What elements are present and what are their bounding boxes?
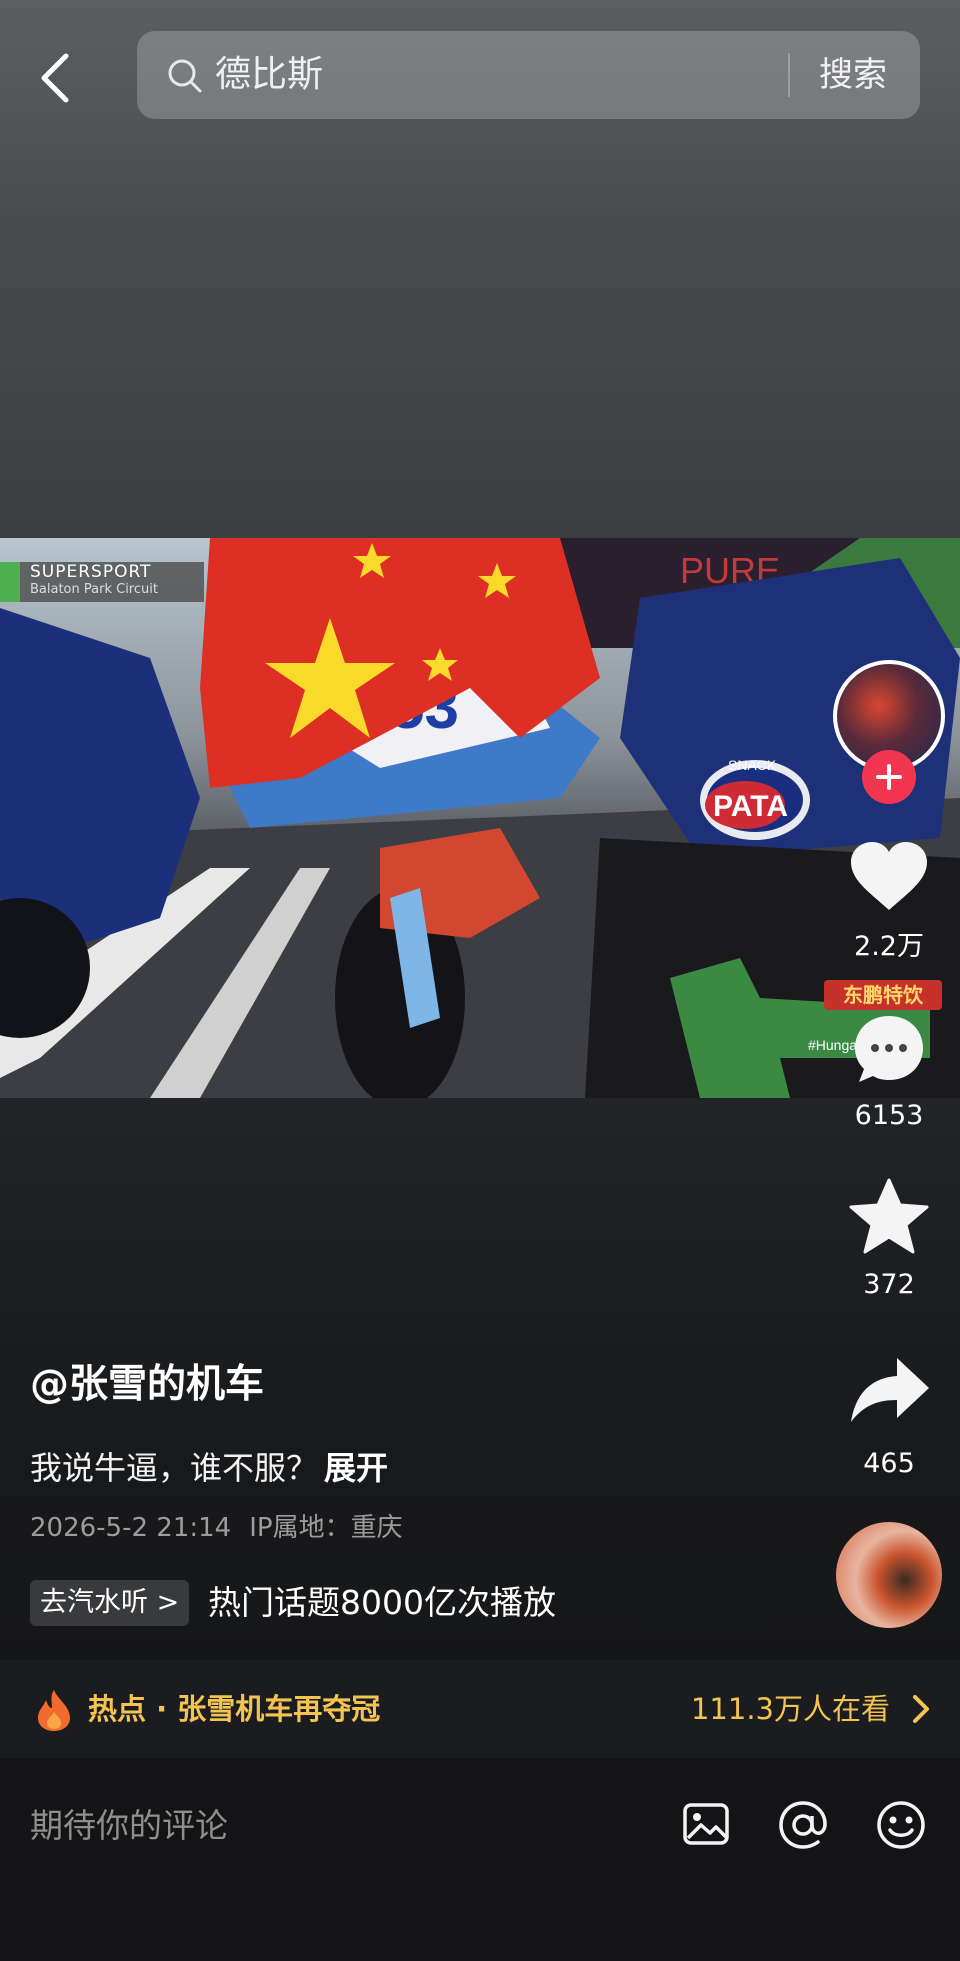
post-meta: 2026-5-2 21:14 IP属地：重庆 xyxy=(30,1510,421,1546)
heart-icon[interactable] xyxy=(849,840,929,912)
search-input[interactable]: 德比斯 xyxy=(215,51,323,99)
comment-bar: 期待你的评论 xyxy=(0,1758,960,1961)
share-count: 465 xyxy=(863,1448,915,1479)
race-overlay: SUPERSPORT Balaton Park Circuit xyxy=(0,562,204,602)
favorite-count: 372 xyxy=(863,1269,915,1300)
star-icon[interactable] xyxy=(849,1177,929,1255)
follow-button[interactable] xyxy=(862,750,916,804)
back-icon xyxy=(41,53,69,103)
emoji-icon[interactable] xyxy=(876,1800,926,1850)
hot-topic-bar[interactable]: 热点 · 张雪机车再夺冠 111.3万人在看 xyxy=(0,1660,960,1758)
search-button[interactable]: 搜索 xyxy=(819,51,887,99)
race-overlay-title: SUPERSPORT xyxy=(30,562,152,582)
plus-icon xyxy=(876,764,902,790)
search-bar[interactable]: 德比斯 搜索 xyxy=(137,31,920,119)
ip-location: IP属地：重庆 xyxy=(249,1513,403,1543)
search-icon xyxy=(168,59,202,93)
race-overlay-subtitle: Balaton Park Circuit xyxy=(30,582,158,597)
comment-icon[interactable] xyxy=(851,1012,927,1088)
brand-badge: 东鹏特饮 xyxy=(824,980,942,1010)
hot-topic-viewers: 111.3万人在看 xyxy=(690,1692,890,1726)
video-frame-art: PURE PATA SNACK #Hunga 53 xyxy=(0,538,960,1098)
author-name[interactable]: @张雪的机车 xyxy=(30,1360,264,1410)
comment-count: 6153 xyxy=(854,1100,924,1131)
video-player[interactable]: PURE PATA SNACK #Hunga 53 SUPERSPORT xyxy=(0,538,960,1098)
music-disc[interactable] xyxy=(836,1522,942,1628)
expand-button[interactable]: 展开 xyxy=(324,1449,388,1487)
search-divider xyxy=(788,53,790,97)
music-chip[interactable]: 去汽水听 > xyxy=(30,1580,190,1626)
hot-topic-title: 热点 · 张雪机车再夺冠 xyxy=(88,1692,381,1726)
at-icon[interactable] xyxy=(778,1800,828,1850)
post-date: 2026-5-2 21:14 xyxy=(30,1513,232,1543)
topic-text[interactable]: 热门话题8000亿次播放 xyxy=(208,1580,556,1626)
back-button[interactable] xyxy=(36,50,76,106)
sponsor-snack-text: SNACK xyxy=(728,757,777,773)
sponsor-text: PATA xyxy=(713,790,788,823)
comment-input[interactable]: 期待你的评论 xyxy=(30,1804,228,1848)
fire-icon xyxy=(38,1690,70,1731)
share-icon[interactable] xyxy=(849,1356,931,1424)
hashtag-text: #Hunga xyxy=(808,1037,857,1053)
image-icon[interactable] xyxy=(682,1800,730,1848)
caption-text: 我说牛逼，谁不服？ xyxy=(30,1449,319,1487)
post-caption: 我说牛逼，谁不服？ 展开 xyxy=(30,1446,388,1490)
like-count: 2.2万 xyxy=(854,931,924,962)
chevron-right-icon xyxy=(913,1695,929,1723)
